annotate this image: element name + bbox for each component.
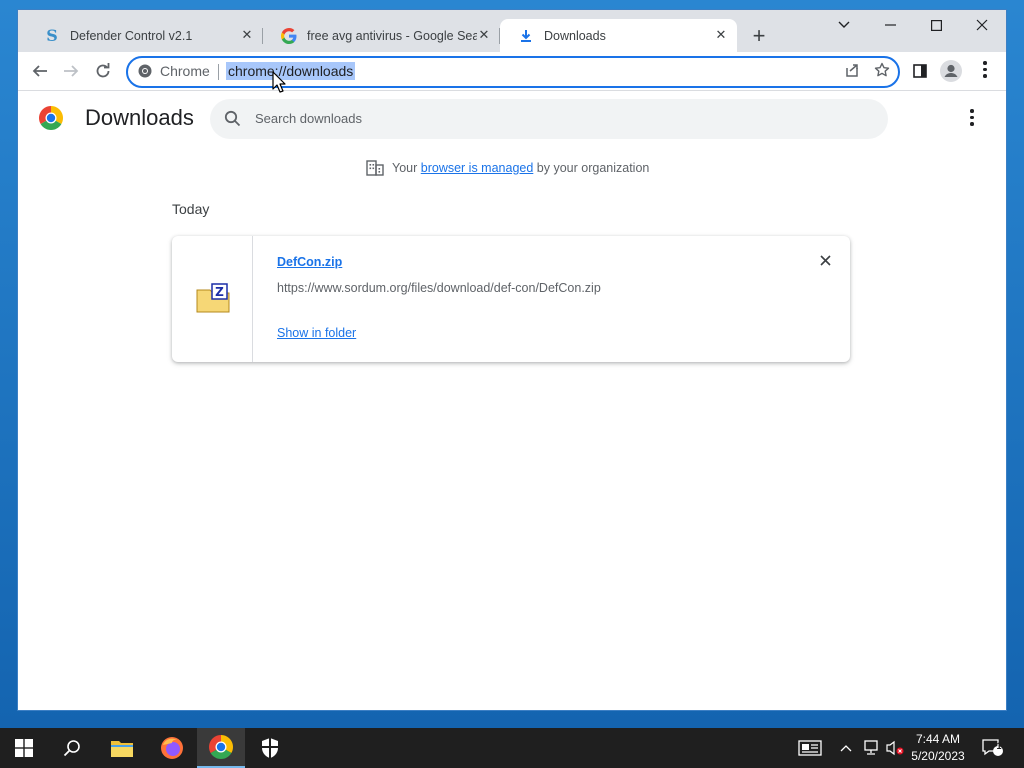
tab-downloads[interactable]: Downloads ✕ bbox=[500, 19, 737, 52]
tab-title: Downloads bbox=[544, 28, 606, 43]
tab-google-search[interactable]: free avg antivirus - Google Searc ✕ bbox=[263, 19, 500, 52]
close-icon bbox=[976, 19, 988, 31]
taskbar-file-explorer[interactable] bbox=[98, 728, 146, 768]
close-icon bbox=[819, 255, 831, 266]
managed-suffix: by your organization bbox=[536, 161, 650, 175]
star-icon[interactable] bbox=[874, 62, 890, 82]
search-downloads-input[interactable]: Search downloads bbox=[210, 99, 888, 139]
more-vert-icon bbox=[977, 61, 993, 81]
tab-close-icon[interactable]: ✕ bbox=[239, 27, 255, 43]
download-filename-link[interactable]: DefCon.zip bbox=[277, 255, 342, 269]
start-icon bbox=[15, 739, 33, 757]
chrome-small-icon bbox=[138, 64, 152, 78]
arrow-left-icon bbox=[32, 65, 47, 77]
side-panel-icon bbox=[913, 64, 927, 78]
network-button[interactable] bbox=[862, 728, 880, 768]
download-item-card: Z DefCon.zip https://www.sordum.org/file… bbox=[172, 236, 850, 362]
maximize-button[interactable] bbox=[913, 10, 959, 40]
browser-toolbar: Chrome chrome://downloads bbox=[18, 52, 1006, 91]
share-icon[interactable] bbox=[844, 62, 860, 82]
volume-button[interactable] bbox=[885, 728, 905, 768]
minimize-icon bbox=[884, 24, 896, 26]
avatar-icon bbox=[940, 60, 962, 82]
news-icon bbox=[798, 740, 822, 756]
downloads-menu-button[interactable] bbox=[964, 109, 980, 129]
taskbar-search-button[interactable] bbox=[48, 728, 96, 768]
download-icon-column: Z bbox=[172, 236, 253, 362]
file-explorer-icon bbox=[111, 741, 133, 757]
omnibox-divider bbox=[218, 64, 219, 80]
tab-close-icon[interactable]: ✕ bbox=[476, 27, 492, 43]
reload-icon bbox=[96, 63, 110, 78]
arrow-right-icon bbox=[64, 65, 79, 77]
sordum-icon: S bbox=[46, 26, 58, 45]
close-window-button[interactable] bbox=[959, 10, 1005, 40]
mouse-cursor-icon bbox=[272, 71, 286, 93]
start-button[interactable] bbox=[0, 728, 48, 768]
chevron-down-icon bbox=[838, 21, 850, 28]
chevron-up-icon bbox=[840, 745, 852, 752]
tab-search-button[interactable] bbox=[821, 10, 867, 40]
building-icon bbox=[366, 160, 384, 176]
managed-link[interactable]: browser is managed bbox=[421, 161, 534, 175]
maximize-icon bbox=[930, 19, 942, 31]
taskbar-defender[interactable] bbox=[246, 728, 294, 768]
download-source-url: https://www.sordum.org/files/download/de… bbox=[277, 281, 601, 295]
volume-muted-icon bbox=[886, 740, 904, 756]
minimize-button[interactable] bbox=[867, 10, 913, 40]
google-icon bbox=[281, 27, 297, 44]
firefox-icon bbox=[161, 737, 183, 759]
action-center-button[interactable]: 1 bbox=[982, 728, 1004, 768]
show-in-folder-link[interactable]: Show in folder bbox=[277, 326, 356, 340]
tab-strip: S Defender Control v2.1 ✕ free avg antiv… bbox=[18, 10, 1006, 52]
taskbar-firefox[interactable] bbox=[148, 728, 196, 768]
new-tab-button[interactable]: + bbox=[748, 25, 770, 48]
chrome-menu-button[interactable] bbox=[973, 59, 997, 83]
omnibox-actions bbox=[844, 62, 890, 82]
clock-date: 5/20/2023 bbox=[911, 749, 965, 763]
network-icon bbox=[864, 740, 878, 755]
tab-defender-control[interactable]: S Defender Control v2.1 ✕ bbox=[26, 19, 263, 52]
site-info[interactable]: Chrome bbox=[138, 63, 210, 79]
managed-notice: Your browser is managed by your organiza… bbox=[366, 160, 649, 176]
show-hidden-icons-button[interactable] bbox=[840, 728, 852, 768]
site-label: Chrome bbox=[160, 63, 210, 79]
address-bar[interactable]: Chrome chrome://downloads bbox=[126, 56, 900, 88]
forward-button[interactable] bbox=[59, 59, 83, 83]
defender-icon bbox=[262, 738, 278, 758]
download-icon bbox=[518, 28, 534, 44]
taskbar-chrome[interactable] bbox=[197, 728, 245, 768]
page-title: Downloads bbox=[85, 105, 194, 130]
back-button[interactable] bbox=[28, 59, 52, 83]
search-icon bbox=[63, 740, 80, 757]
search-placeholder: Search downloads bbox=[255, 111, 362, 126]
managed-prefix: Your bbox=[392, 161, 418, 175]
remove-download-button[interactable] bbox=[817, 254, 833, 270]
section-heading-today: Today bbox=[172, 201, 210, 217]
zip-file-icon: Z bbox=[196, 283, 230, 313]
news-widget-button[interactable] bbox=[798, 728, 822, 768]
clock-time: 7:44 AM bbox=[915, 732, 961, 746]
tab-title: Defender Control v2.1 bbox=[70, 28, 193, 43]
side-panel-button[interactable] bbox=[908, 59, 932, 83]
search-icon bbox=[224, 110, 241, 132]
tab-title: free avg antivirus - Google Searc bbox=[307, 28, 477, 43]
chrome-logo-icon bbox=[39, 106, 63, 130]
taskbar: 7:44 AM 5/20/2023 1 bbox=[0, 728, 1024, 768]
profile-button[interactable] bbox=[939, 59, 963, 83]
chrome-icon bbox=[209, 735, 233, 759]
svg-text:Z: Z bbox=[215, 285, 224, 299]
system-clock[interactable]: 7:44 AM 5/20/2023 bbox=[905, 731, 971, 765]
reload-button[interactable] bbox=[91, 59, 115, 83]
url-text[interactable]: chrome://downloads bbox=[226, 62, 356, 80]
notification-count: 1 bbox=[996, 741, 1002, 751]
chrome-window: S Defender Control v2.1 ✕ free avg antiv… bbox=[18, 10, 1006, 710]
downloads-page: Downloads Search downloads Your browser … bbox=[18, 91, 1006, 710]
tab-close-icon[interactable]: ✕ bbox=[713, 27, 729, 43]
